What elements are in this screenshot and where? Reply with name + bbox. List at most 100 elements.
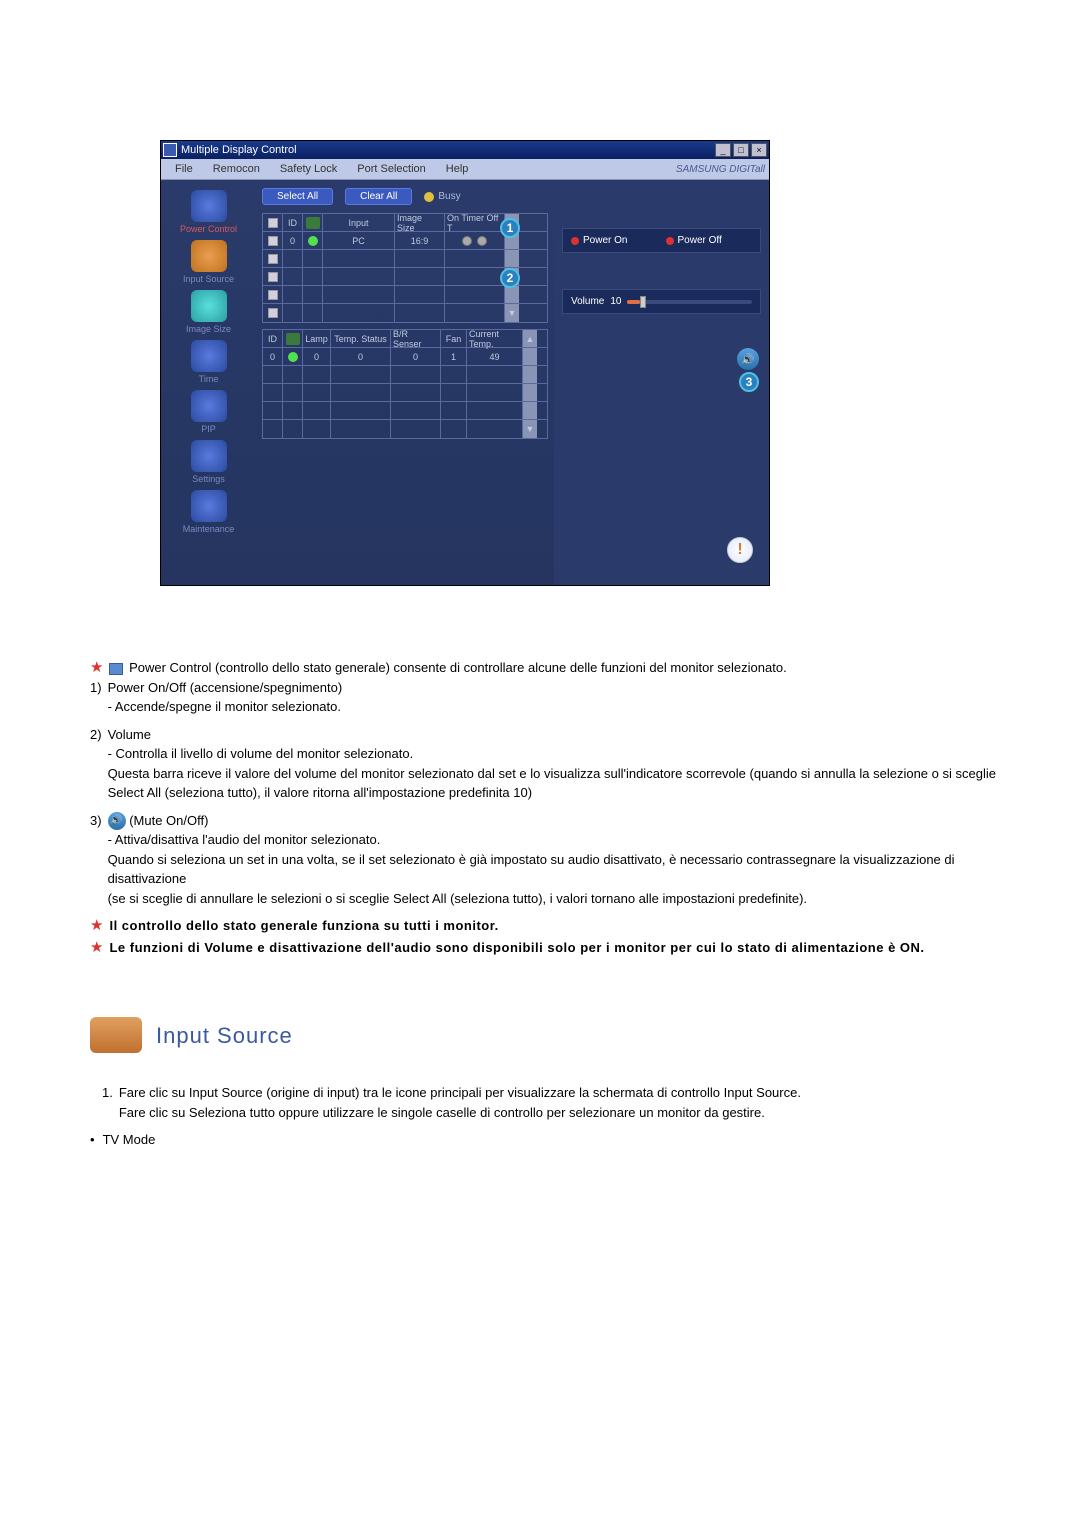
status-header-icon xyxy=(306,217,320,229)
doc-text: Le funzioni di Volume e disattivazione d… xyxy=(109,938,1000,958)
busy-label: Busy xyxy=(438,191,460,202)
sidebar-input-source[interactable]: Input Source xyxy=(167,240,250,284)
star-icon: ★ xyxy=(90,658,103,678)
cell-id: 0 xyxy=(283,232,303,249)
section-heading: Input Source xyxy=(90,1017,1000,1053)
cell-id: 0 xyxy=(263,348,283,365)
doc-text: Fare clic su Seleziona tutto oppure util… xyxy=(119,1103,801,1123)
check-all[interactable] xyxy=(268,218,278,228)
info-icon[interactable]: ! xyxy=(727,537,755,575)
sidebar-maintenance[interactable]: Maintenance xyxy=(167,490,250,534)
row-check[interactable] xyxy=(268,290,278,300)
row-check[interactable] xyxy=(268,308,278,318)
busy-dot-icon xyxy=(424,192,434,202)
doc-text: Power Control (controllo dello stato gen… xyxy=(129,660,787,675)
header-input: Input xyxy=(323,214,395,231)
grid-row[interactable]: 0 0 0 0 1 49 xyxy=(263,348,547,366)
header-bvr-senser: B/R Senser xyxy=(391,330,441,347)
maintenance-icon xyxy=(191,490,227,522)
row-check[interactable] xyxy=(268,254,278,264)
power-off-button[interactable]: Power Off xyxy=(666,235,753,246)
header-id: ID xyxy=(283,214,303,231)
doc-text: - Controlla il livello di volume del mon… xyxy=(108,744,1000,764)
row-check[interactable] xyxy=(268,236,278,246)
sidebar-time[interactable]: Time xyxy=(167,340,250,384)
header-fan: Fan xyxy=(441,330,467,347)
brand-logo: SAMSUNG DIGITall xyxy=(676,164,765,175)
star-icon: ★ xyxy=(90,916,103,936)
cell-fan: 1 xyxy=(441,348,467,365)
scroll-down[interactable]: ▼ xyxy=(505,304,519,322)
busy-indicator: Busy xyxy=(424,191,460,202)
cell-temp-status: 0 xyxy=(331,348,391,365)
header-temp-status: Temp. Status xyxy=(331,330,391,347)
section-heading-text: Input Source xyxy=(156,1019,293,1052)
grid-header: ID Lamp Temp. Status B/R Senser Fan Curr… xyxy=(263,330,547,348)
sidebar-label: Settings xyxy=(167,474,250,484)
status-dot-icon xyxy=(308,236,318,246)
app-icon xyxy=(163,143,177,157)
sidebar-pip[interactable]: PIP xyxy=(167,390,250,434)
power-control-icon xyxy=(191,190,227,222)
mute-icon[interactable]: 🔊 xyxy=(737,348,759,370)
power-box: Power On Power Off xyxy=(562,228,761,253)
row-check[interactable] xyxy=(268,272,278,282)
clear-all-button[interactable]: Clear All xyxy=(345,188,412,205)
minimize-button[interactable]: _ xyxy=(715,143,731,157)
right-pane: Power On Power Off Volume 10 xyxy=(554,180,769,585)
scroll-up[interactable]: ▲ xyxy=(523,330,537,347)
timer-on-dot xyxy=(462,236,472,246)
power-off-label: Power Off xyxy=(678,235,722,246)
image-size-icon xyxy=(191,290,227,322)
settings-icon xyxy=(191,440,227,472)
star-icon: ★ xyxy=(90,938,103,958)
sidebar-label: Image Size xyxy=(167,324,250,334)
volume-thumb[interactable] xyxy=(640,296,646,308)
select-all-button[interactable]: Select All xyxy=(262,188,333,205)
doc-text: - Attiva/disattiva l'audio del monitor s… xyxy=(108,830,1000,850)
header-id: ID xyxy=(263,330,283,347)
close-button[interactable]: × xyxy=(751,143,767,157)
sidebar-power-control[interactable]: Power Control xyxy=(167,190,250,234)
menu-port-selection[interactable]: Port Selection xyxy=(347,161,435,177)
sidebar-label: Maintenance xyxy=(167,524,250,534)
bullet-icon: • xyxy=(90,1130,95,1150)
menu-help[interactable]: Help xyxy=(436,161,479,177)
menu-remocon[interactable]: Remocon xyxy=(203,161,270,177)
doc-text: Il controllo dello stato generale funzio… xyxy=(109,916,1000,936)
sidebar-image-size[interactable]: Image Size xyxy=(167,290,250,334)
sidebar-label: Time xyxy=(167,374,250,384)
doc-text: - Accende/spegne il monitor selezionato. xyxy=(108,697,343,717)
menu-file[interactable]: File xyxy=(165,161,203,177)
radio-icon xyxy=(666,237,674,245)
input-source-icon xyxy=(191,240,227,272)
list-number: 1. xyxy=(102,1083,113,1122)
header-current-temp: Current Temp. xyxy=(467,330,523,347)
maximize-button[interactable]: □ xyxy=(733,143,749,157)
pip-icon xyxy=(191,390,227,422)
volume-value: 10 xyxy=(610,296,621,307)
callout-1: 1 xyxy=(500,218,520,238)
menu-safety-lock[interactable]: Safety Lock xyxy=(270,161,347,177)
callout-2: 2 xyxy=(500,268,520,288)
doc-text: TV Mode xyxy=(103,1130,156,1150)
menubar: File Remocon Safety Lock Port Selection … xyxy=(161,159,769,180)
status-grid: ID Lamp Temp. Status B/R Senser Fan Curr… xyxy=(262,329,548,439)
power-on-button[interactable]: Power On xyxy=(571,235,658,246)
header-lamp: Lamp xyxy=(303,330,331,347)
doc-text: Questa barra riceve il valore del volume… xyxy=(108,764,1000,803)
cell-image-size: 16:9 xyxy=(395,232,445,249)
app-window: Multiple Display Control _ □ × File Remo… xyxy=(160,140,770,586)
radio-icon xyxy=(571,237,579,245)
volume-box: Volume 10 xyxy=(562,289,761,314)
cell-input: PC xyxy=(323,232,395,249)
scroll-down[interactable]: ▼ xyxy=(523,420,537,438)
sidebar-label: Power Control xyxy=(167,224,250,234)
doc-text: Power On/Off (accensione/spegnimento) xyxy=(108,678,343,698)
doc-text: Volume xyxy=(108,725,1000,745)
volume-slider[interactable] xyxy=(627,300,752,304)
sidebar-settings[interactable]: Settings xyxy=(167,440,250,484)
sidebar-label: Input Source xyxy=(167,274,250,284)
sidebar-label: PIP xyxy=(167,424,250,434)
status-header-icon xyxy=(286,333,300,345)
